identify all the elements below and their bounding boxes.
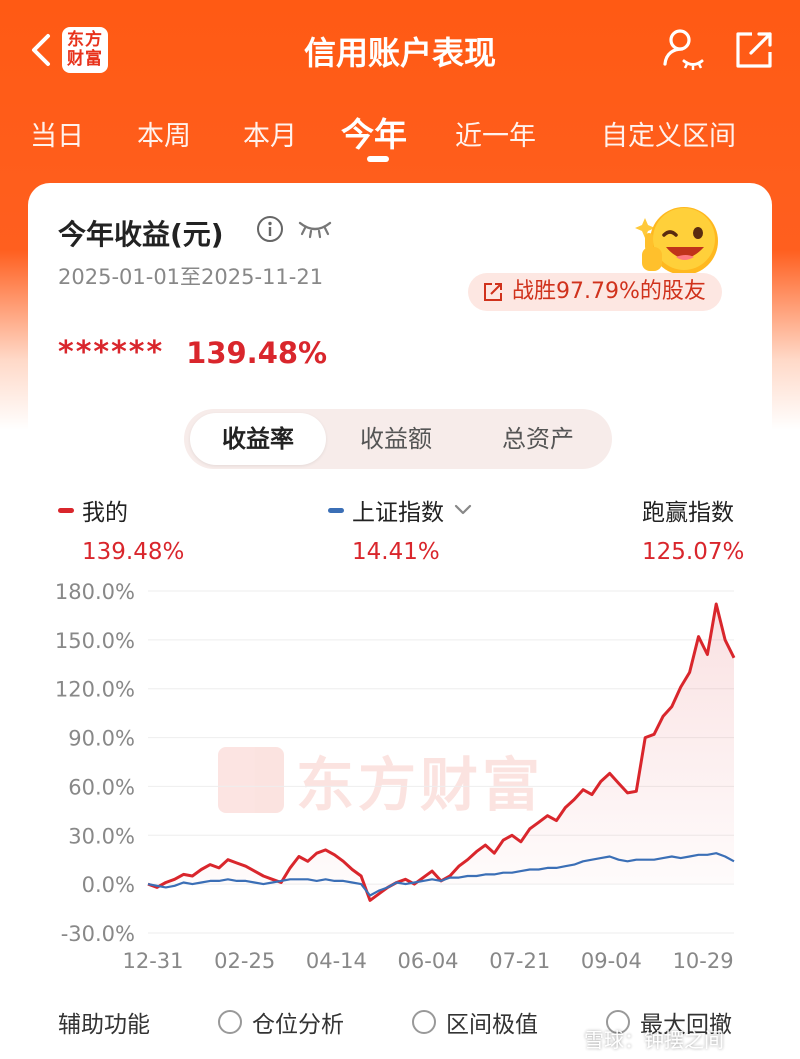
info-icon[interactable] — [256, 215, 284, 243]
y-tick-label: 180.0% — [55, 580, 135, 604]
y-tick-label: -30.0% — [61, 922, 135, 946]
y-tick-label: 30.0% — [68, 824, 135, 848]
card-title: 今年收益(元) — [58, 218, 224, 251]
tab-today[interactable]: 当日 — [30, 114, 84, 153]
winking-thumbs-up-emoji-icon — [635, 207, 718, 275]
x-tick-label: 07-21 — [489, 949, 550, 973]
radio-position-analysis[interactable] — [218, 1010, 242, 1034]
legend-mine: 我的 139.48% — [58, 493, 184, 565]
year-return-pct: 139.48% — [186, 335, 328, 370]
x-tick-label: 10-29 — [673, 949, 734, 973]
performance-card: 今年收益(元) 2025-01-01至2025-11-21 战胜97.79%的股… — [28, 183, 772, 1059]
tab-this-week[interactable]: 本周 — [137, 114, 191, 153]
y-tick-label: 60.0% — [68, 775, 135, 799]
beat-peers-text: 战胜97.79%的股友 — [512, 279, 706, 304]
segment-total-assets[interactable]: 总资产 — [470, 409, 606, 469]
legend-index-label: 上证指数 — [352, 500, 444, 526]
date-range: 2025-01-01至2025-11-21 — [58, 265, 324, 289]
radio-range-extremes[interactable] — [412, 1010, 436, 1034]
tab-custom-range[interactable]: 自定义区间 — [601, 114, 736, 153]
legend-outperform-label: 跑赢指数 — [642, 500, 734, 526]
y-tick-label: 150.0% — [55, 629, 135, 653]
aux-option-label: 区间极值 — [446, 1012, 538, 1038]
x-tick-label: 02-25 — [214, 949, 275, 973]
metric-segmented-control: 收益率 收益额 总资产 — [184, 409, 612, 469]
return-chart[interactable]: 东方财富 180.0% 150.0% 120.0% 90.0% 60.0% 30.0% 0.… — [28, 573, 772, 983]
period-tabs: 当日 本周 本月 今年 近一年 自定义区间 — [0, 100, 800, 170]
x-tick-label: 12-31 — [122, 949, 183, 973]
share-export-icon[interactable] — [732, 28, 776, 72]
aux-option-label: 仓位分析 — [252, 1012, 344, 1038]
x-tick-label: 06-04 — [398, 949, 459, 973]
top-bar: 东方 财富 信用账户表现 — [0, 0, 800, 100]
hide-eye-icon[interactable] — [298, 219, 332, 239]
series-area-mine — [148, 604, 734, 901]
return-summary: ****** 139.48% — [58, 335, 327, 370]
active-tab-indicator — [367, 156, 389, 162]
legend-index[interactable]: 上证指数 14.41% — [328, 493, 474, 565]
tab-this-year[interactable]: 今年 — [341, 108, 407, 156]
y-tick-label: 90.0% — [68, 727, 135, 751]
y-tick-label: 120.0% — [55, 678, 135, 702]
x-tick-label: 04-14 — [306, 949, 367, 973]
legend-mine-label: 我的 — [82, 500, 128, 526]
share-small-icon — [484, 283, 502, 301]
chevron-down-icon[interactable] — [452, 503, 474, 517]
segment-return-rate[interactable]: 收益率 — [190, 413, 326, 465]
aux-functions-label: 辅助功能 — [58, 1012, 150, 1038]
tab-this-month[interactable]: 本月 — [243, 114, 297, 153]
x-tick-label: 09-04 — [581, 949, 642, 973]
beat-peers-badge[interactable]: 战胜97.79%的股友 — [468, 273, 722, 311]
legend-index-value: 14.41% — [352, 539, 440, 565]
y-tick-label: 0.0% — [82, 873, 135, 897]
tab-last-year[interactable]: 近一年 — [455, 114, 536, 153]
chart-svg: 180.0% 150.0% 120.0% 90.0% 60.0% 30.0% 0.0% -30… — [55, 580, 736, 973]
legend-swatch-index — [328, 507, 344, 513]
aux-option-range-extremes[interactable]: 区间极值 — [412, 1005, 538, 1039]
legend-mine-value: 139.48% — [82, 539, 185, 565]
user-eye-icon[interactable] — [660, 26, 706, 72]
legend-swatch-mine — [58, 507, 74, 513]
aux-option-position-analysis[interactable]: 仓位分析 — [218, 1005, 344, 1039]
xueqiu-watermark: 雪球：钟摆之间 — [584, 1028, 724, 1052]
masked-amount: ****** — [58, 335, 165, 370]
legend-outperform: 跑赢指数 125.07% — [642, 493, 744, 565]
segment-return-amount[interactable]: 收益额 — [328, 409, 464, 469]
legend-outperform-value: 125.07% — [642, 539, 745, 565]
